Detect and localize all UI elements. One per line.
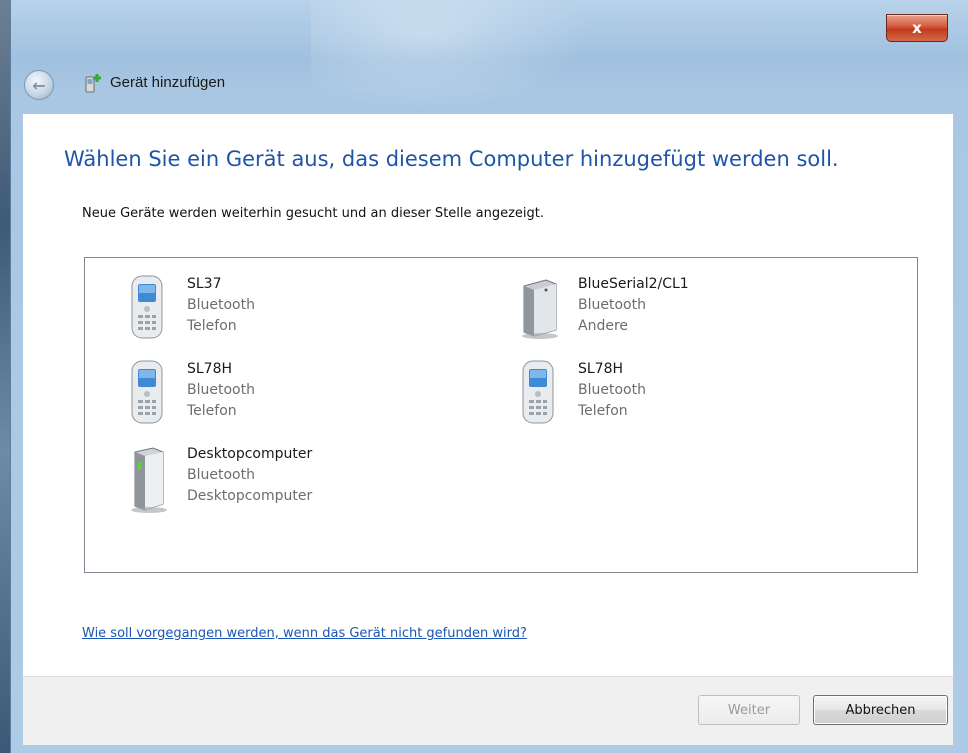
device-name: Desktopcomputer bbox=[187, 446, 313, 462]
back-arrow-icon: ← bbox=[32, 75, 46, 95]
mobile-phone-icon bbox=[506, 359, 570, 429]
device-item[interactable]: Desktopcomputer Bluetooth Desktopcompute… bbox=[115, 444, 312, 514]
device-name: SL37 bbox=[187, 276, 222, 292]
device-connection: Bluetooth bbox=[578, 297, 646, 313]
device-connection: Bluetooth bbox=[578, 382, 646, 398]
device-item[interactable]: SL78H Bluetooth Telefon bbox=[115, 359, 255, 429]
device-connection: Bluetooth bbox=[187, 467, 255, 483]
device-name: BlueSerial2/CL1 bbox=[578, 276, 689, 292]
back-button[interactable]: ← bbox=[24, 70, 54, 100]
device-item[interactable]: BlueSerial2/CL1 Bluetooth Andere bbox=[506, 274, 689, 344]
window-title: Gerät hinzufügen bbox=[110, 74, 226, 91]
page-heading: Wählen Sie ein Gerät aus, das diesem Com… bbox=[64, 147, 839, 171]
close-button[interactable]: x bbox=[886, 14, 948, 42]
page-description: Neue Geräte werden weiterhin gesucht und… bbox=[82, 206, 545, 221]
cancel-button[interactable]: Abbrechen bbox=[813, 695, 948, 725]
device-list[interactable]: SL37 Bluetooth Telefon BlueSerial2/CL1 B… bbox=[84, 257, 918, 573]
device-type: Andere bbox=[578, 318, 629, 334]
mobile-phone-icon bbox=[115, 274, 179, 344]
device-item[interactable]: SL37 Bluetooth Telefon bbox=[115, 274, 255, 344]
device-item[interactable]: SL78H Bluetooth Telefon bbox=[506, 359, 646, 429]
desktop-computer-icon bbox=[115, 444, 179, 514]
close-icon: x bbox=[912, 19, 922, 37]
next-button[interactable]: Weiter bbox=[698, 695, 800, 725]
add-device-icon bbox=[85, 74, 101, 93]
device-type: Telefon bbox=[187, 403, 237, 419]
device-type: Telefon bbox=[578, 403, 628, 419]
device-type: Desktopcomputer bbox=[187, 488, 313, 504]
device-connection: Bluetooth bbox=[187, 297, 255, 313]
mobile-phone-icon bbox=[115, 359, 179, 429]
device-type: Telefon bbox=[187, 318, 237, 334]
device-name: SL78H bbox=[187, 361, 233, 377]
glass-reflection bbox=[311, 0, 591, 110]
device-not-found-help-link[interactable]: Wie soll vorgegangen werden, wenn das Ge… bbox=[82, 626, 527, 641]
device-name: SL78H bbox=[578, 361, 624, 377]
device-connection: Bluetooth bbox=[187, 382, 255, 398]
generic-device-icon bbox=[506, 274, 570, 344]
